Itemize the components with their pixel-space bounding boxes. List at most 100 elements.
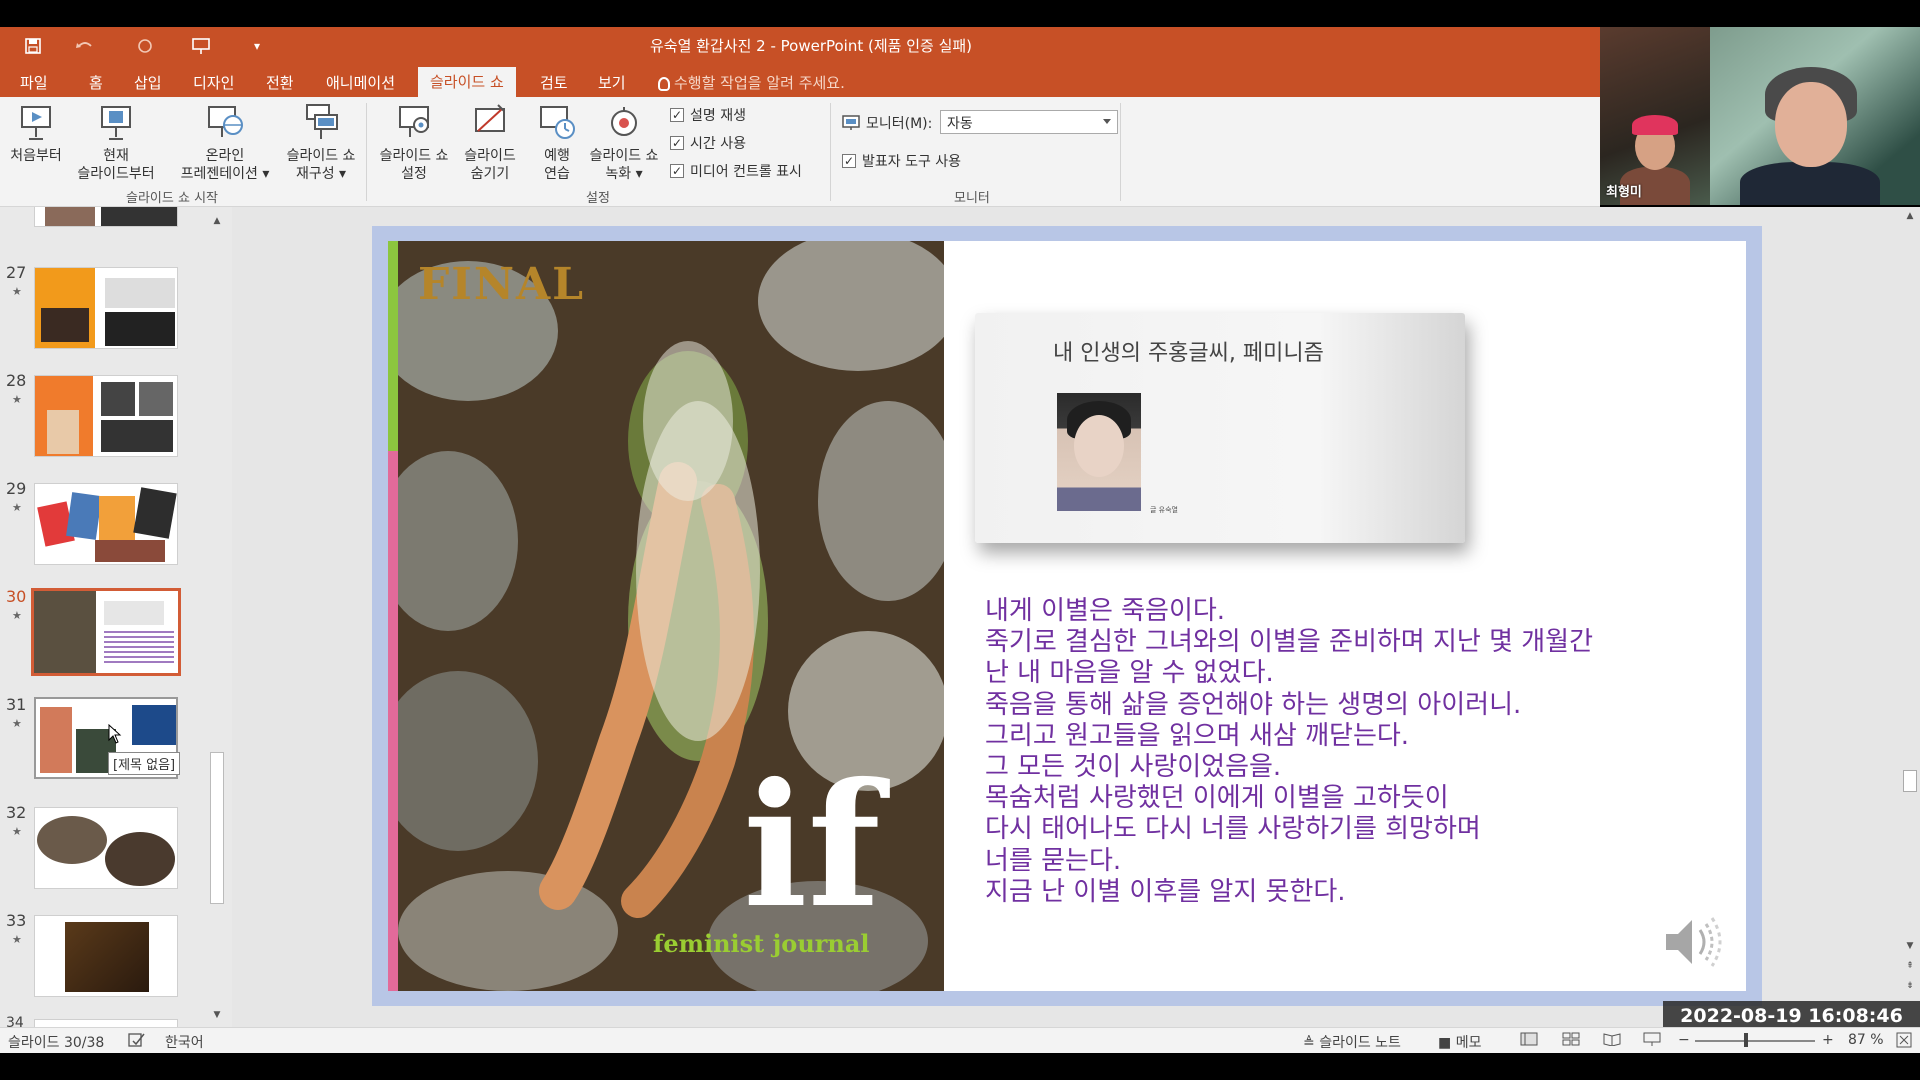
audio-speaker-icon[interactable] — [1662, 912, 1732, 972]
screen: ▾ 유숙열 환갑사진 2 - PowerPoint (제품 인증 실패) 파일 … — [0, 0, 1920, 1080]
settings-group-label: 설정 — [586, 191, 610, 206]
play-narrations-checkbox[interactable]: ✓ 설명 재생 — [670, 105, 746, 125]
slide-thumbnail-panel: 27 ★ 28 ★ 29 ★ 30 ★ 31 ★ 32 ★ 33 ★ 34 — [0, 207, 232, 1027]
from-beginning-icon — [16, 103, 56, 143]
show-media-controls-checkbox[interactable]: ✓ 미디어 컨트롤 표시 — [670, 161, 802, 181]
presenter-view-checkbox[interactable]: ✓ 발표자 도구 사용 — [842, 151, 961, 171]
use-timings-checkbox[interactable]: ✓ 시간 사용 — [670, 133, 746, 153]
poem-line: 내게 이별은 죽음이다. — [985, 596, 1226, 626]
video-call-overlay: 최형미 — [1600, 27, 1920, 205]
slideshow-view-icon[interactable] — [1643, 1032, 1661, 1050]
from-beginning-button[interactable]: 처음부터 — [6, 103, 66, 165]
green-stripe — [388, 241, 398, 451]
tab-transitions[interactable]: 전환 — [266, 69, 294, 97]
rehearse-timings-icon — [537, 103, 577, 143]
thumbnail-scroll-thumb[interactable] — [210, 752, 224, 904]
tab-review[interactable]: 검토 — [540, 69, 568, 97]
next-slide-icon[interactable]: ⇟ — [1903, 981, 1917, 991]
custom-show-button[interactable]: 슬라이드 쇼 재구성 ▾ — [278, 103, 364, 183]
zoom-slider-thumb[interactable] — [1744, 1033, 1748, 1047]
scroll-up-icon[interactable]: ▲ — [210, 214, 224, 228]
animation-star-icon: ★ — [12, 609, 22, 622]
scroll-up-icon[interactable]: ▲ — [1903, 211, 1917, 221]
slide-thumbnail[interactable] — [34, 207, 178, 227]
tab-insert[interactable]: 삽입 — [134, 69, 162, 97]
comments-button[interactable]: ■ 메모 — [1438, 1032, 1481, 1052]
hide-slide-button[interactable]: 슬라이드 숨기기 — [455, 103, 525, 183]
undo-icon[interactable] — [72, 33, 98, 59]
author-portrait — [1057, 393, 1141, 511]
magazine-cover-image[interactable]: FINAL if feminist journal — [388, 241, 944, 991]
slide-thumbnail[interactable] — [34, 1019, 178, 1027]
checkbox-checked-icon: ✓ — [670, 164, 684, 178]
slide-sorter-icon[interactable] — [1562, 1032, 1580, 1050]
tab-design[interactable]: 디자인 — [193, 69, 234, 97]
zoom-in-icon[interactable]: + — [1822, 1032, 1834, 1048]
cover-title: FINAL — [418, 259, 586, 310]
editor-scroll-thumb[interactable] — [1903, 770, 1917, 792]
ribbon-divider — [366, 103, 367, 201]
screen-bottom-edge — [0, 1053, 1920, 1080]
from-current-button[interactable]: 현재 슬라이드부터 — [70, 103, 162, 183]
animation-star-icon: ★ — [12, 501, 22, 514]
spellcheck-icon[interactable] — [128, 1032, 146, 1052]
save-icon[interactable] — [20, 33, 46, 59]
setup-slideshow-label: 슬라이드 쇼 — [379, 148, 449, 164]
book-page-title: 내 인생의 주홍글씨, 페미니즘 — [1053, 341, 1324, 366]
from-current-icon — [96, 103, 136, 143]
slide-number: 30 — [6, 587, 27, 606]
slide-thumbnail[interactable] — [34, 267, 178, 349]
poem-line: 지금 난 이별 이후를 알지 못한다. — [985, 876, 1346, 907]
lightbulb-icon — [658, 76, 670, 91]
mouse-cursor-icon — [108, 724, 122, 744]
tell-me-search[interactable]: 수행할 작업을 알려 주세요. — [658, 69, 845, 97]
slide-thumbnail[interactable] — [34, 375, 178, 457]
poem-text-box[interactable]: 내게 이별은 죽음이다. 죽기로 결심한 그녀와의 이별을 준비하며 지난 몇 … — [985, 596, 1685, 908]
animation-star-icon: ★ — [12, 717, 22, 730]
slide-counter: 슬라이드 30/38 — [8, 1035, 105, 1051]
redo-icon[interactable] — [132, 33, 158, 59]
if-logo: if — [743, 746, 881, 946]
rehearse-timings-button[interactable]: 예행 연습 — [532, 103, 582, 183]
previous-slide-icon[interactable]: ⇞ — [1903, 961, 1917, 971]
present-online-label: 온라인 — [205, 148, 245, 164]
zoom-out-icon[interactable]: − — [1678, 1032, 1690, 1048]
rehearse-timings-label: 예행 — [544, 148, 570, 164]
tab-file[interactable]: 파일 — [20, 69, 48, 97]
slide-number: 27 — [6, 263, 27, 282]
present-online-button[interactable]: 온라인 프레젠테이션 ▾ — [170, 103, 280, 183]
book-page-image[interactable]: 내 인생의 주홍글씨, 페미니즘 글 유숙열 — [975, 313, 1465, 543]
zoom-slider[interactable] — [1695, 1040, 1815, 1042]
tab-home[interactable]: 홈 — [89, 69, 103, 97]
fit-to-window-icon[interactable] — [1896, 1032, 1912, 1052]
poem-line: 난 내 마음을 알 수 없었다. — [985, 658, 1274, 689]
notes-icon: ≜ — [1303, 1035, 1320, 1051]
setup-slideshow-button[interactable]: 슬라이드 쇼 설정 — [372, 103, 456, 183]
animation-star-icon: ★ — [12, 285, 22, 298]
start-group-label: 슬라이드 쇼 시작 — [126, 191, 218, 206]
zoom-level[interactable]: 87 % — [1848, 1032, 1884, 1048]
scroll-down-icon[interactable]: ▼ — [210, 1008, 224, 1022]
pink-stripe — [388, 451, 398, 991]
present-icon[interactable] — [188, 33, 214, 59]
chevron-down-icon[interactable]: ▾ — [244, 33, 270, 59]
slide-number: 32 — [6, 803, 27, 822]
slide-thumbnail[interactable] — [34, 807, 178, 889]
slide-thumbnail-selected[interactable] — [31, 588, 181, 676]
language-indicator[interactable]: 한국어 — [165, 1032, 204, 1052]
normal-view-icon[interactable] — [1520, 1032, 1538, 1050]
window-title: 유숙열 환갑사진 2 - PowerPoint (제품 인증 실패) — [650, 37, 973, 55]
notes-button[interactable]: ≜ 슬라이드 노트 — [1303, 1032, 1401, 1052]
record-slideshow-button[interactable]: 슬라이드 쇼 녹화 ▾ — [582, 103, 666, 183]
tab-animations[interactable]: 애니메이션 — [326, 69, 395, 97]
title-bar: ▾ 유숙열 환갑사진 2 - PowerPoint (제품 인증 실패) — [0, 27, 1600, 65]
poem-line: 너를 묻는다. — [985, 845, 1122, 876]
slide-thumbnail[interactable] — [34, 483, 178, 565]
scroll-down-icon[interactable]: ▼ — [1903, 941, 1917, 951]
tab-slideshow[interactable]: 슬라이드 쇼 — [418, 67, 516, 97]
slide-thumbnail[interactable] — [34, 915, 178, 997]
reading-view-icon[interactable] — [1603, 1032, 1621, 1050]
monitor-dropdown[interactable]: 자동 — [940, 110, 1118, 134]
tab-view[interactable]: 보기 — [598, 69, 626, 97]
editor-scrollbar[interactable]: ▲ ▼ ⇞ ⇟ — [1900, 207, 1920, 1027]
